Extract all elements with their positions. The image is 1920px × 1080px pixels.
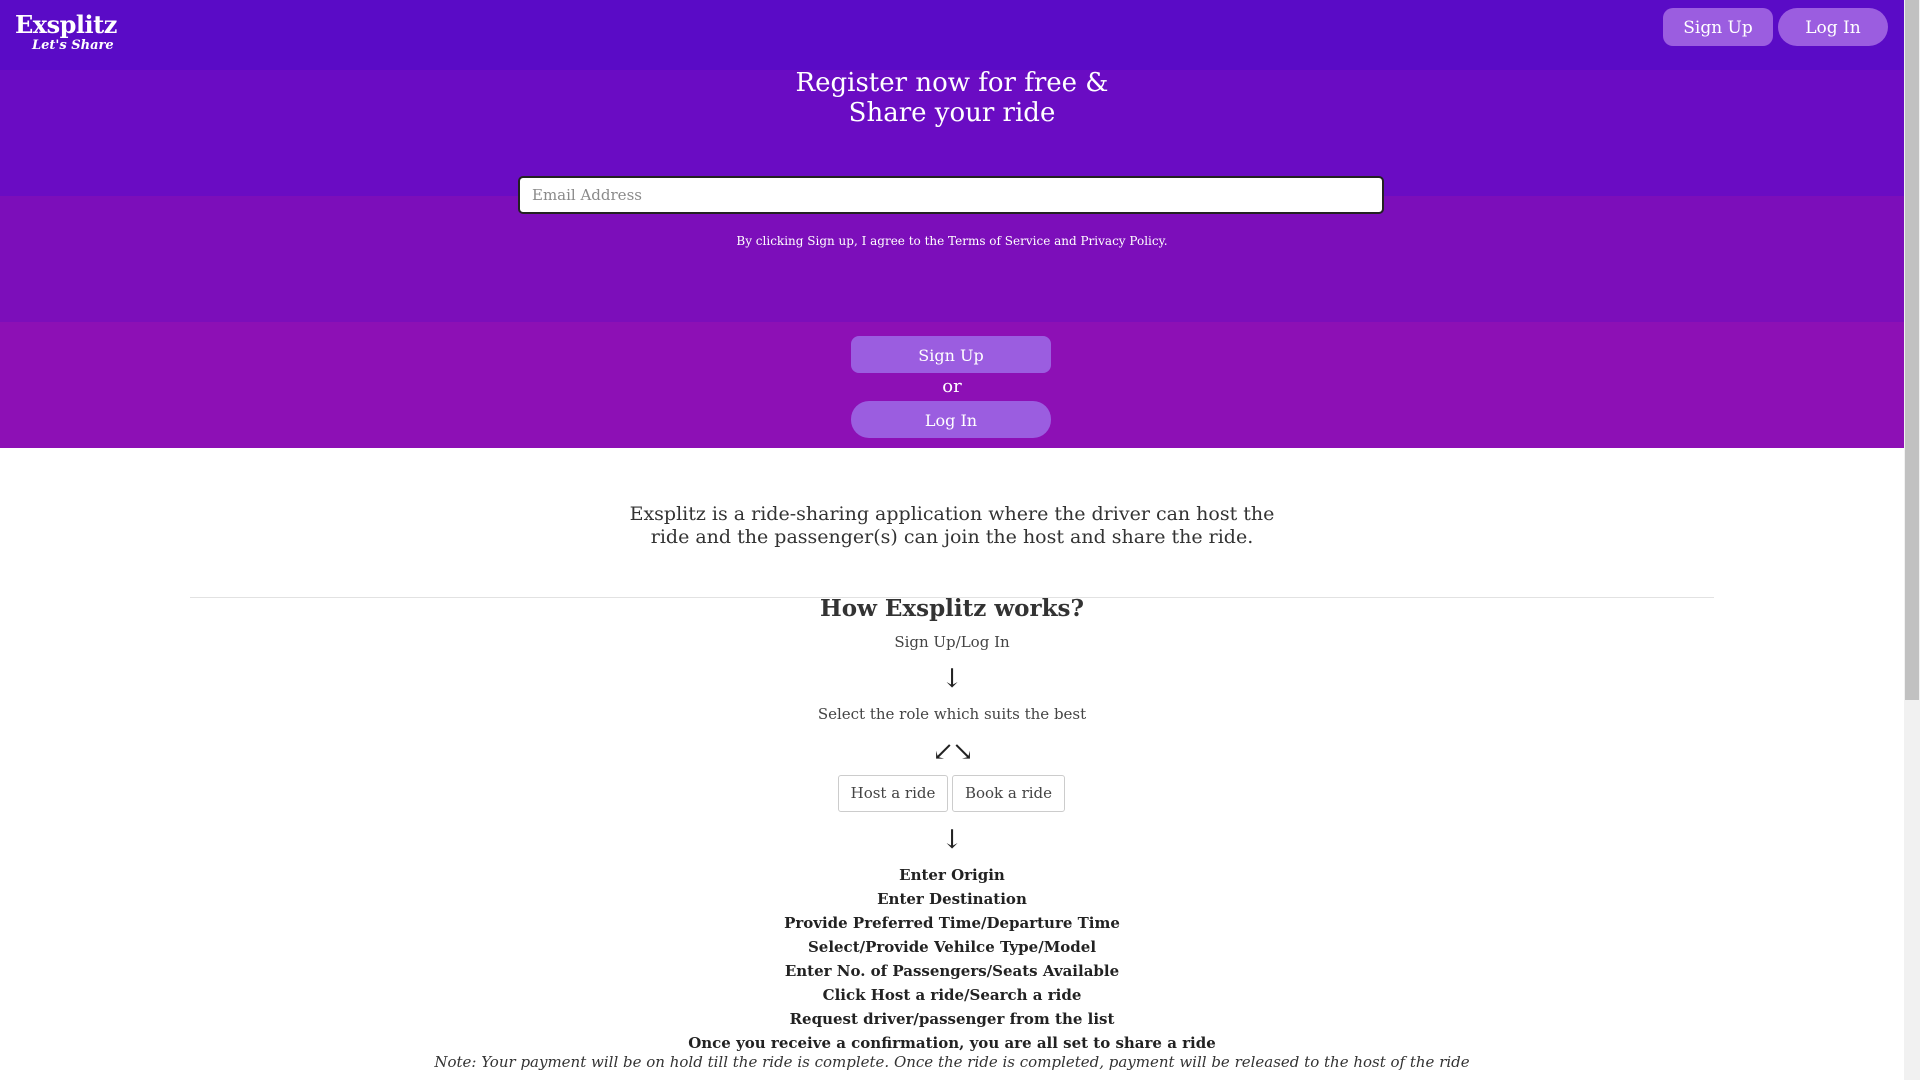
arrow-down-icon: ↓ [941,664,963,694]
login-button[interactable]: Log In [851,401,1051,438]
hero-section: Exsplitz Let's Share Sign Up Log In Regi… [0,0,1904,448]
steps-detail-list: Enter Origin Enter Destination Provide P… [0,863,1904,1055]
list-item: Click Host a ride/Search a ride [822,986,1082,1004]
list-item: Select/Provide Vehilce Type/Model [807,938,1097,956]
or-separator: or [942,376,962,397]
how-it-works-title: How Exsplitz works? [820,595,1084,622]
nav-login-button[interactable]: Log In [1778,8,1888,46]
intro-line: Exsplitz is a ride-sharing application w… [629,503,1275,525]
nav-signup-button[interactable]: Sign Up [1663,8,1773,46]
payment-note: Note: Your payment will be on hold till … [434,1053,1470,1071]
page: Exsplitz Let's Share Sign Up Log In Regi… [0,0,1904,1080]
brand-name: Exsplitz [15,10,117,39]
list-item: Enter No. of Passengers/Seats Available [784,962,1120,980]
brand-tagline: Let's Share [32,38,114,53]
list-item: Enter Destination [877,890,1027,908]
list-item: Enter Origin [899,866,1005,884]
email-input[interactable] [518,176,1384,214]
signup-button[interactable]: Sign Up [851,336,1051,373]
terms-notice: By clicking Sign up, I agree to the Term… [736,234,1168,248]
step-select-role: Select the role which suits the best [817,705,1087,723]
top-navbar: Exsplitz Let's Share Sign Up Log In [0,0,1904,70]
vertical-scrollbar[interactable] [1904,0,1920,1080]
book-ride-button[interactable]: Book a ride [952,775,1065,812]
intro-line: ride and the passenger(s) can join the h… [650,526,1254,548]
hero-title: Register now for free & Share your ride [0,68,1904,128]
list-item: Request driver/passenger from the list [789,1010,1115,1028]
hero-band [0,196,1904,322]
list-item: Provide Preferred Time/Departure Time [784,914,1120,932]
step-signup-login: Sign Up/Log In [894,633,1010,651]
list-item: Once you receive a confirmation, you are… [688,1034,1216,1052]
hero-title-line: Share your ride [848,98,1056,128]
hero-title-line: Register now for free & [795,68,1109,98]
arrow-down-icon: ↓ [941,825,963,855]
arrow-split-icon: ↙↘ [932,737,974,767]
scrollbar-thumb[interactable] [1905,0,1919,700]
brand-logo[interactable]: Exsplitz Let's Share [15,10,117,54]
host-ride-button[interactable]: Host a ride [838,775,948,812]
intro-paragraph: Exsplitz is a ride-sharing application w… [0,503,1904,549]
